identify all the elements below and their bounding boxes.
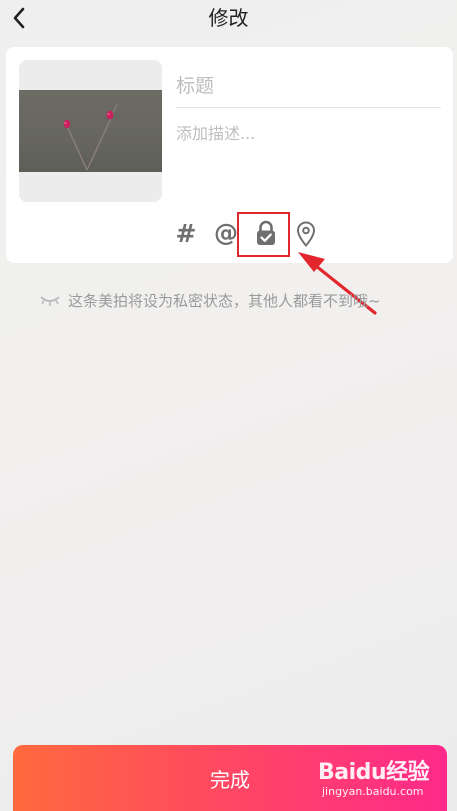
watermark-brand: Baidu经验 <box>318 760 430 785</box>
privacy-notice: 这条美拍将设为私密状态，其他人都看不到哦~ <box>38 288 438 312</box>
baidu-jingyan-watermark: Baidu经验 jingyan.baidu.com <box>318 754 446 806</box>
annotation-arrow <box>298 252 377 315</box>
closed-eye-icon <box>38 293 62 307</box>
privacy-notice-text: 这条美拍将设为私密状态，其他人都看不到哦~ <box>68 291 381 310</box>
watermark-url: jingyan.baidu.com <box>322 785 424 798</box>
